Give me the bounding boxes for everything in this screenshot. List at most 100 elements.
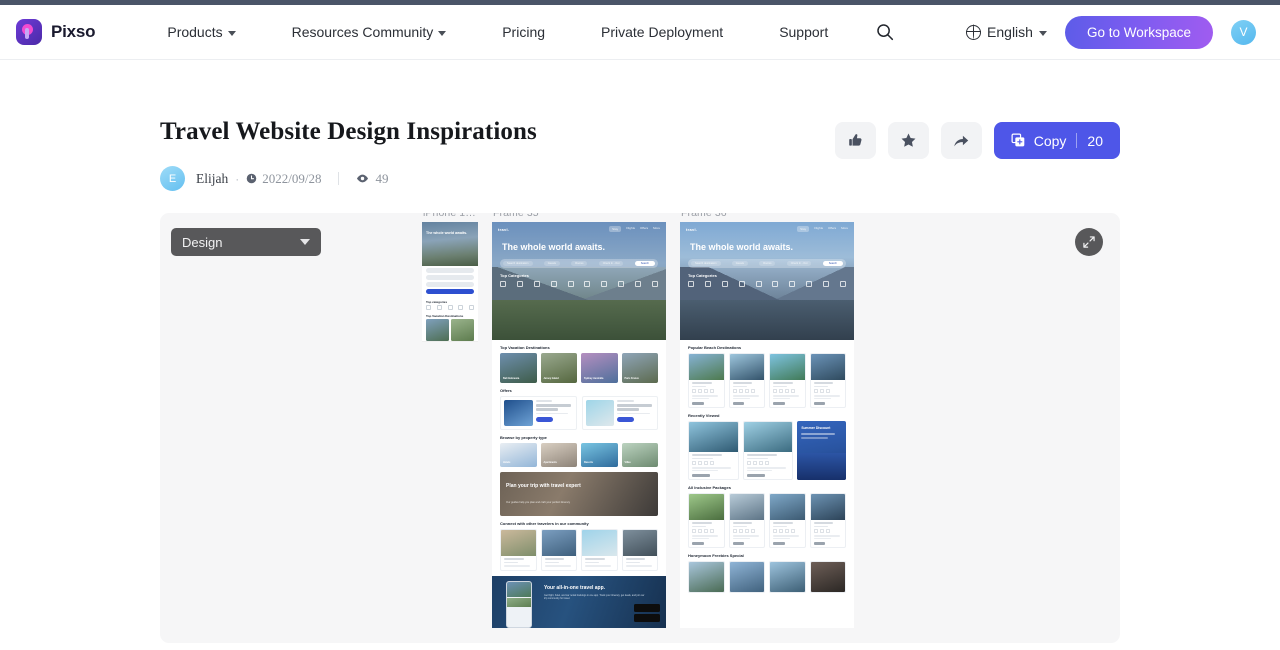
card-title-line <box>732 382 753 384</box>
copy-button[interactable]: Copy 20 <box>993 122 1120 159</box>
mock35-logo: travl. <box>498 226 510 232</box>
copy-icon <box>1011 133 1025 147</box>
thumbs-up-icon <box>848 134 862 146</box>
card-sub-line <box>746 457 768 459</box>
card-desc-line <box>732 397 750 399</box>
nav-item-private-deployment[interactable]: Private Deployment <box>573 24 751 40</box>
amenity-icon <box>819 389 824 393</box>
phone-hero-title: The whole world awaits. <box>426 231 468 235</box>
mock36-nav-more: More <box>841 226 848 230</box>
design-preview-canvas[interactable]: Design iPhone 1… The whole world awaits. <box>160 213 1120 643</box>
mock35-nav: Stay Flights Offers More <box>609 226 660 232</box>
phone-search-button <box>426 289 474 294</box>
frame-label-iphone: iPhone 1… <box>423 213 476 219</box>
amenity-icon <box>825 389 830 393</box>
frame-iphone[interactable]: iPhone 1… The whole world awaits. Top ca… <box>422 213 478 342</box>
article-meta: E Elijah · 2022/09/28 49 <box>160 166 835 191</box>
search-field-guests: Guests <box>731 261 748 267</box>
offer-title-line <box>617 408 640 411</box>
offer-tag <box>535 400 553 402</box>
card-image <box>689 562 724 592</box>
card-title-line <box>544 558 565 560</box>
offer-text <box>617 400 654 426</box>
search-icon[interactable] <box>876 23 894 41</box>
community-card <box>581 529 618 571</box>
package-card <box>769 493 806 548</box>
card-sub-line <box>813 385 828 387</box>
go-to-workspace-button[interactable]: Go to Workspace <box>1064 15 1213 49</box>
expand-fullscreen-button[interactable] <box>1075 228 1103 256</box>
card-amenity-icons <box>692 529 721 533</box>
card-title-line <box>746 454 777 456</box>
card-image <box>689 494 724 520</box>
nav-item-pricing[interactable]: Pricing <box>474 24 573 40</box>
card-desc-line <box>692 535 719 537</box>
language-selector[interactable]: English <box>965 24 1047 40</box>
community-card <box>621 529 658 571</box>
amenity-icon <box>750 389 755 393</box>
search-field-dates: Check In - Out <box>786 261 812 267</box>
offer-title-line <box>535 408 558 411</box>
card-caption: Villas <box>624 461 631 464</box>
nav-item-support[interactable]: Support <box>751 24 856 40</box>
frame-thumbnail-iphone[interactable]: The whole world awaits. Top categories T… <box>422 222 478 342</box>
mock35-section-property: Browse by property type <box>500 435 547 440</box>
card-desc-line <box>813 537 831 539</box>
card-image <box>729 562 764 592</box>
frame-35[interactable]: Frame 35 travl. Stay Flights Offers More <box>492 213 666 628</box>
card-price <box>773 542 785 545</box>
promo-wave-graphic <box>797 452 847 480</box>
mode-select-design[interactable]: Design <box>171 228 321 256</box>
frame-36[interactable]: Frame 36 travl. Stay Flights Offers More <box>680 213 854 628</box>
brand-logo-link[interactable]: Pixso <box>16 19 96 45</box>
nav-label-products: Products <box>167 24 223 40</box>
frame-thumbnail-35[interactable]: travl. Stay Flights Offers More The whol… <box>492 222 666 628</box>
offer-card <box>500 396 577 430</box>
destination-card: Sydney Australia <box>581 353 618 383</box>
category-item <box>651 281 658 288</box>
card-desc-line <box>692 469 718 471</box>
frame-thumbnail-36[interactable]: travl. Stay Flights Offers More The whol… <box>680 222 854 628</box>
mock35-nav-flights: Flights <box>626 226 636 230</box>
mock36-section-honeymoon: Honeymoon Freebies Special <box>688 553 744 558</box>
user-avatar[interactable]: V <box>1231 19 1256 45</box>
amenity-icon <box>732 529 737 533</box>
offer-tag <box>617 400 634 402</box>
card-sub-line <box>625 561 640 563</box>
card-image <box>770 494 805 520</box>
card-desc-line <box>746 467 786 469</box>
category-item <box>567 281 574 288</box>
offer-card <box>581 396 658 430</box>
offer-title-line <box>535 404 571 407</box>
article-actions: Copy 20 <box>834 122 1120 159</box>
nav-label-resources: Resources Community <box>291 24 434 40</box>
recent-card <box>688 421 739 480</box>
meta-separator: · <box>235 171 240 186</box>
category-item <box>688 281 694 288</box>
category-icon <box>755 281 762 288</box>
mock35-hero-title: The whole world awaits. <box>502 242 606 252</box>
card-body <box>689 452 738 479</box>
mock35-nav-stay: Stay <box>609 226 622 232</box>
category-icon <box>601 281 608 288</box>
card-desc-line <box>692 397 710 399</box>
amenity-icon <box>746 461 751 465</box>
category-icon <box>426 305 431 310</box>
category-item <box>738 281 745 288</box>
nav-item-resources-community[interactable]: Resources Community <box>264 24 475 40</box>
category-item <box>516 281 523 288</box>
card-sub-line <box>504 561 519 563</box>
share-button[interactable] <box>940 122 982 159</box>
favorite-button[interactable] <box>887 122 929 159</box>
amenity-icon <box>692 461 696 465</box>
nav-item-products[interactable]: Products <box>139 24 263 40</box>
offer-image <box>504 400 533 426</box>
chevron-down-icon <box>300 239 310 245</box>
hero-foreground-layer <box>680 299 854 340</box>
search-field-destination: Search destination <box>691 261 721 267</box>
amenity-icon <box>752 461 757 465</box>
like-button[interactable] <box>834 122 876 159</box>
author-name[interactable]: Elijah <box>196 171 228 187</box>
amenity-icon <box>698 529 702 533</box>
app-section-title: Your all-in-one travel app. <box>544 584 606 591</box>
